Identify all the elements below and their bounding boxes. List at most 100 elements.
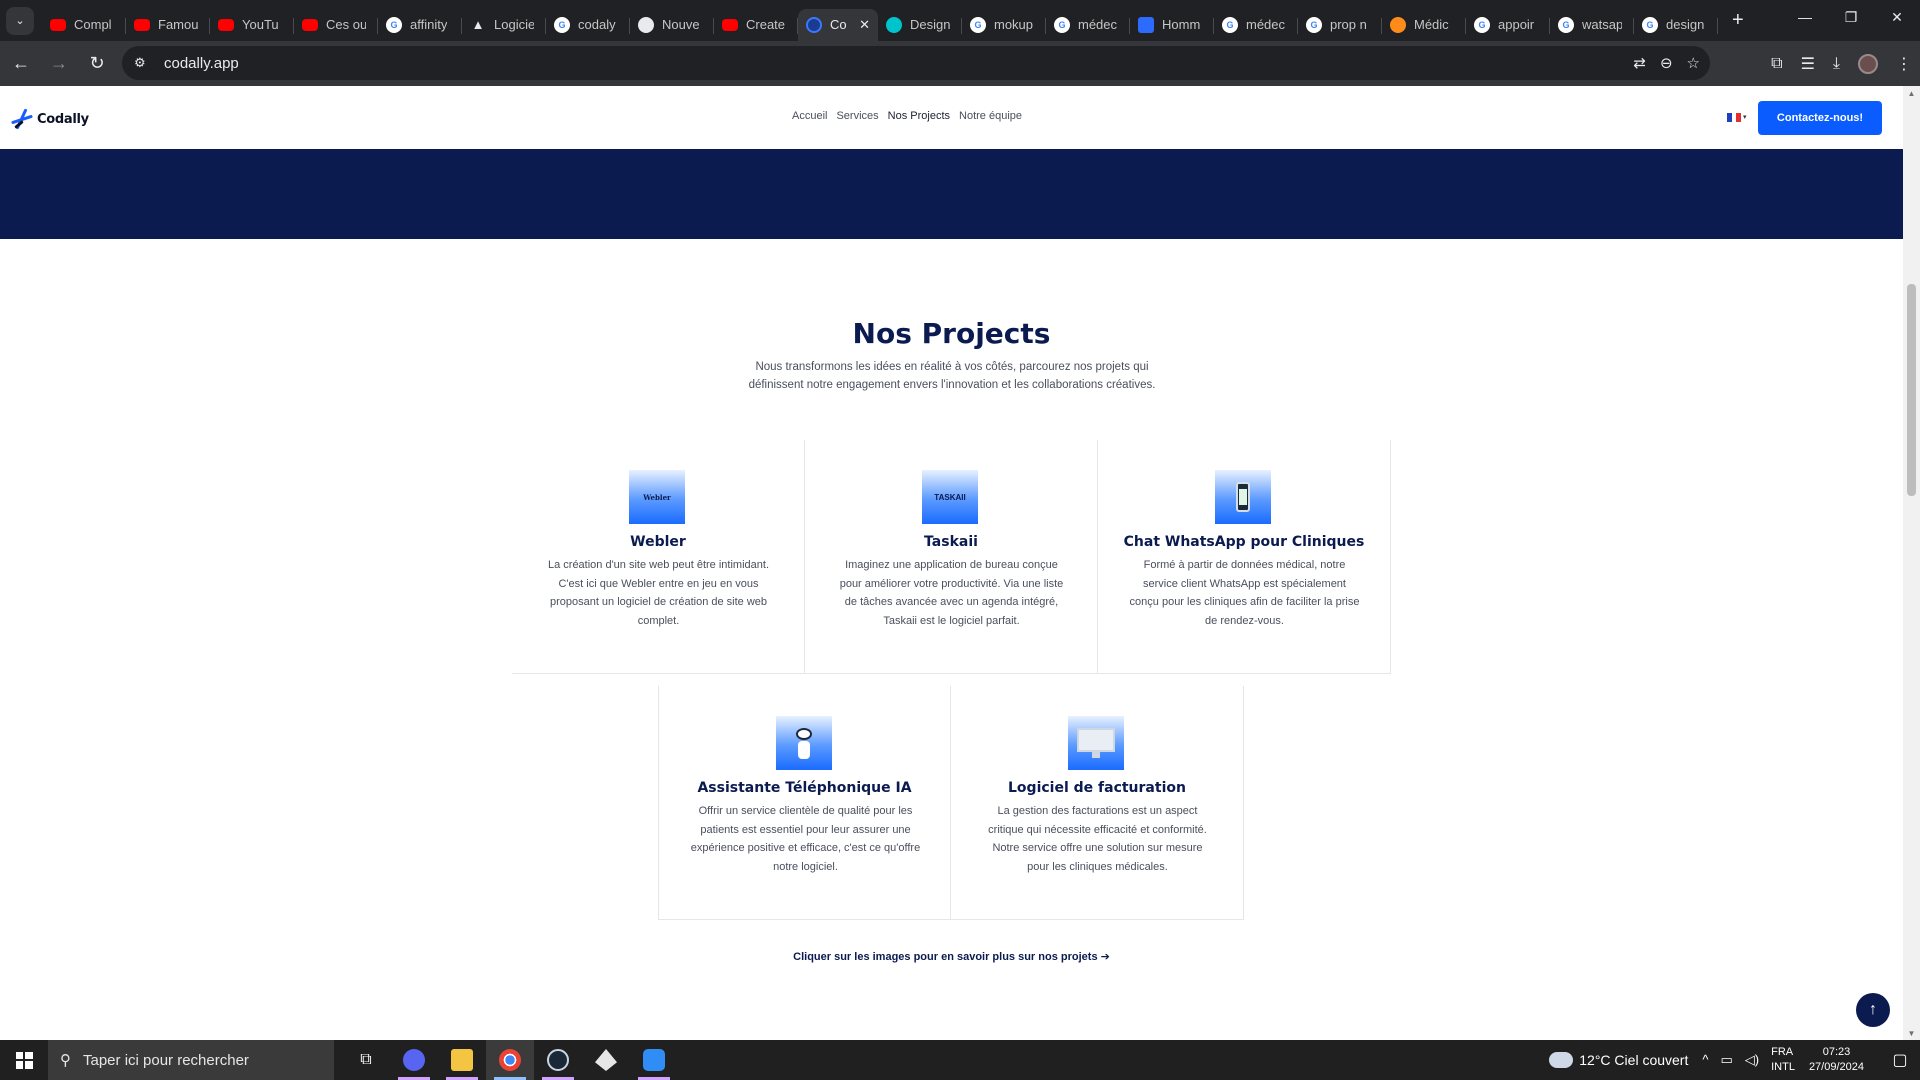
photos-app-icon[interactable] [630, 1040, 678, 1080]
browser-tab[interactable]: Design [878, 9, 962, 41]
nav-nos-projects[interactable]: Nos Projects [888, 110, 950, 122]
reading-list-icon[interactable]: ☰ [1801, 54, 1815, 74]
browser-tab[interactable]: Homm [1130, 9, 1214, 41]
browser-tab[interactable]: Médic [1382, 9, 1466, 41]
close-tab-icon[interactable]: ✕ [859, 17, 870, 33]
site-info-icon[interactable]: ⚙ [134, 55, 154, 71]
close-window-icon[interactable]: ✕ [1874, 0, 1920, 34]
language-caret-icon[interactable]: ▾ [1743, 113, 1747, 121]
tab-label: watsap [1582, 17, 1622, 32]
browser-tab[interactable]: Compl [42, 9, 126, 41]
browser-tab[interactable]: Gmédec [1214, 9, 1298, 41]
forward-button[interactable]: → [42, 47, 76, 81]
youtube-icon [218, 18, 234, 31]
google-icon: G [1306, 16, 1322, 33]
tab-label: affinity [410, 17, 448, 32]
zoom-icon[interactable]: ⊖ [1660, 54, 1673, 72]
page-scrollbar[interactable]: ▲ ▼ [1903, 86, 1920, 1040]
minimize-icon[interactable]: — [1782, 0, 1828, 34]
windows-logo-icon [15, 1051, 33, 1069]
nav-notre-equipe[interactable]: Notre équipe [959, 110, 1022, 122]
project-card-assistante: Assistante Téléphonique IA Offrir un ser… [658, 686, 951, 920]
browser-tab[interactable]: Gaffinity [378, 9, 462, 41]
browser-tab[interactable]: Co ✕ [798, 8, 878, 41]
new-tab-button[interactable]: + [1732, 9, 1744, 32]
scroll-to-top-button[interactable]: ↑ [1856, 993, 1890, 1027]
browser-tab[interactable]: Gprop n [1298, 9, 1382, 41]
google-icon: G [1558, 16, 1574, 33]
taskbar-search[interactable]: ⚲ Taper ici pour rechercher [48, 1040, 334, 1080]
notification-icon[interactable]: ▢ [1880, 1040, 1920, 1080]
browser-tab[interactable]: Gcodaly [546, 9, 630, 41]
google-icon: G [386, 16, 402, 33]
browser-tab[interactable]: Nouve [630, 9, 714, 41]
tab-label: médec [1246, 17, 1286, 32]
tab-label: prop n [1330, 17, 1367, 32]
browser-tab[interactable]: Create [714, 9, 798, 41]
bookmark-star-icon[interactable]: ☆ [1687, 54, 1700, 72]
browser-tab[interactable]: Gdesign [1634, 9, 1718, 41]
network-icon[interactable]: ▭ [1720, 1052, 1732, 1068]
system-tray: 12°C Ciel couvert ^ ▭ ◁) FRA INTL 07:23 … [1549, 1040, 1920, 1080]
input-language[interactable]: FRA INTL [1771, 1045, 1795, 1075]
google-icon: G [1474, 16, 1490, 33]
restore-icon[interactable]: ❐ [1828, 0, 1874, 34]
whatsapp-phone-image[interactable] [1215, 470, 1271, 524]
card-description: Formé à partir de données médical, notre… [1129, 559, 1360, 627]
browser-tab[interactable]: Famou [126, 9, 210, 41]
browser-tab[interactable]: Ces ou [294, 9, 378, 41]
robot-image[interactable] [776, 716, 832, 770]
chevron-up-icon[interactable]: ^ [1702, 1052, 1708, 1068]
translate-icon[interactable]: ⇄ [1633, 54, 1646, 72]
nav-services[interactable]: Services [836, 110, 878, 122]
contact-button[interactable]: Contactez-nous! [1758, 101, 1882, 135]
search-placeholder: Taper ici pour rechercher [83, 1051, 249, 1069]
task-view-icon[interactable]: ⧉ [342, 1040, 390, 1080]
french-flag-icon[interactable] [1727, 113, 1742, 122]
weather-widget[interactable]: 12°C Ciel couvert [1549, 1052, 1688, 1068]
projects-hint-link[interactable]: Cliquer sur les images pour en savoir pl… [0, 950, 1903, 963]
project-card-taskaii: TASKAII Taskaii Imaginez une application… [805, 440, 1098, 674]
browser-tab[interactable]: Gappoir [1466, 9, 1550, 41]
scrollbar-thumb[interactable] [1907, 284, 1916, 496]
file-explorer-icon[interactable] [438, 1040, 486, 1080]
logo-text: Codally [37, 111, 89, 127]
profile-avatar[interactable] [1858, 53, 1878, 74]
back-button[interactable]: ← [4, 47, 38, 81]
download-icon[interactable]: ⤓ [1833, 55, 1840, 73]
webler-image[interactable]: Webler [629, 470, 685, 524]
menu-kebab-icon[interactable]: ⋮ [1896, 54, 1912, 74]
reload-button[interactable]: ↻ [80, 47, 114, 81]
card-title: Taskaii [924, 534, 978, 550]
scroll-up-icon[interactable]: ▲ [1903, 86, 1920, 100]
tab-search-button[interactable]: ⌄ [6, 6, 34, 35]
volume-icon[interactable]: ◁) [1745, 1052, 1759, 1068]
main-nav: Accueil Services Nos Projects Notre équi… [792, 110, 1022, 122]
start-button[interactable] [0, 1040, 48, 1080]
extensions-icon[interactable]: ⧉ [1771, 55, 1782, 73]
taskaii-image[interactable]: TASKAII [922, 470, 978, 524]
phone-icon [1236, 482, 1250, 512]
browser-tab[interactable]: ▲ Logicie [462, 9, 546, 41]
clock[interactable]: 07:23 27/09/2024 [1809, 1045, 1864, 1075]
browser-tab[interactable]: Gmédec [1046, 9, 1130, 41]
chrome-icon[interactable] [486, 1040, 534, 1080]
google-icon: G [1054, 16, 1070, 33]
scroll-down-icon[interactable]: ▼ [1903, 1026, 1920, 1040]
robot-icon [793, 726, 815, 760]
browser-tab[interactable]: Gwatsap [1550, 9, 1634, 41]
browser-tab[interactable]: YouTu [210, 9, 294, 41]
monitor-image[interactable] [1068, 716, 1124, 770]
webler-logo-text: Webler [643, 492, 671, 502]
discord-icon[interactable] [390, 1040, 438, 1080]
tab-label: Create [746, 17, 786, 32]
site-logo[interactable]: Codally [9, 106, 89, 132]
nav-accueil[interactable]: Accueil [792, 110, 827, 122]
omnibox-actions: ⇄ ⊖ ☆ [1633, 46, 1700, 80]
inkscape-icon[interactable] [582, 1040, 630, 1080]
browser-tab[interactable]: Gmokup [962, 9, 1046, 41]
lang-code: FRA [1771, 1046, 1794, 1058]
steam-icon[interactable] [534, 1040, 582, 1080]
tab-label: Logicie [494, 17, 534, 32]
address-bar[interactable]: ⚙ codally.app ⇄ ⊖ ☆ [122, 46, 1710, 80]
